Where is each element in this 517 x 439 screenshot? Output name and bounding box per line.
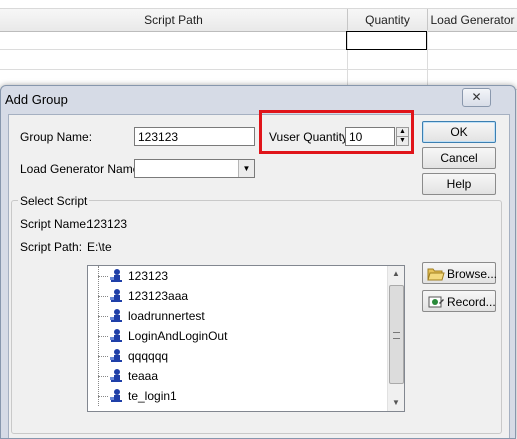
script-tree-list[interactable]: 123123 123123aaa loadrunnertest LoginAnd… (87, 265, 405, 412)
script-path-value: E:\te (87, 240, 112, 254)
dialog-title: Add Group (5, 92, 68, 107)
close-icon: ✕ (471, 90, 482, 104)
tree-connector (98, 296, 108, 297)
tree-connector (98, 316, 108, 317)
list-item[interactable]: 123123 (88, 266, 388, 286)
record-button[interactable]: Record... (422, 290, 496, 312)
tree-scrollbar[interactable]: ▲ ▼ (387, 266, 404, 411)
script-name: loadrunnertest (128, 309, 205, 323)
script-user-icon (110, 309, 122, 322)
cancel-button[interactable]: Cancel (422, 147, 496, 169)
browse-label: Browse... (447, 267, 498, 281)
help-button[interactable]: Help (422, 173, 496, 195)
close-button[interactable]: ✕ (462, 88, 491, 107)
scroll-down-icon[interactable]: ▼ (388, 395, 404, 411)
select-script-title: Select Script (18, 194, 90, 208)
script-user-icon (110, 349, 122, 362)
chevron-down-icon[interactable]: ▼ (238, 160, 254, 177)
list-item[interactable]: teaaa (88, 366, 388, 386)
script-name: LoginAndLoginOut (128, 329, 228, 343)
column-header-load-generator[interactable]: Load Generator (428, 9, 517, 31)
tree-connector (98, 376, 108, 377)
table-row[interactable] (0, 50, 517, 70)
script-name: 123123 (128, 269, 169, 283)
list-item[interactable]: LoginAndLoginOut (88, 326, 388, 346)
load-generator-label: Load Generator Name: (20, 162, 143, 176)
tree-connector (98, 356, 108, 357)
script-name-value: 123123 (87, 217, 128, 231)
column-header-script-path[interactable]: Script Path (0, 9, 348, 31)
ok-button[interactable]: OK (422, 121, 496, 143)
grip-icon (393, 332, 400, 339)
selected-cell[interactable] (346, 31, 427, 50)
highlight-box (259, 110, 414, 154)
script-user-icon (110, 369, 122, 382)
script-user-icon (110, 289, 122, 302)
script-name: qqqqqq (128, 349, 169, 363)
script-name: teaaa (128, 369, 159, 383)
table-row[interactable] (0, 30, 517, 50)
group-name-label: Group Name: (20, 130, 93, 144)
list-item[interactable]: loadrunnertest (88, 306, 388, 326)
record-label: Record... (447, 295, 496, 309)
list-item[interactable]: qqqqqq (88, 346, 388, 366)
script-user-icon (110, 329, 122, 342)
group-name-input[interactable]: 123123 (134, 127, 255, 146)
column-header-quantity[interactable]: Quantity (348, 9, 428, 31)
script-name: 123123aaa (128, 289, 189, 303)
script-name: te_login1 (128, 389, 177, 403)
tree-connector (98, 396, 108, 397)
scroll-thumb[interactable] (389, 285, 404, 384)
script-user-icon (110, 269, 122, 282)
script-path-label: Script Path: (20, 240, 83, 254)
tree-connector (98, 336, 108, 337)
script-user-icon (110, 389, 122, 402)
load-generator-select[interactable]: ▼ (134, 159, 255, 178)
folder-open-icon (427, 268, 445, 281)
script-name-label: Script Name: (20, 217, 90, 231)
column-divider (427, 30, 428, 90)
browse-button[interactable]: Browse... (422, 262, 498, 284)
list-item[interactable]: 123123aaa (88, 286, 388, 306)
table-header: Script Path Quantity Load Generator (0, 8, 517, 32)
scroll-up-icon[interactable]: ▲ (388, 266, 404, 282)
list-item[interactable]: te_login1 (88, 386, 388, 406)
tree-connector (98, 276, 108, 277)
record-script-icon (428, 296, 444, 308)
